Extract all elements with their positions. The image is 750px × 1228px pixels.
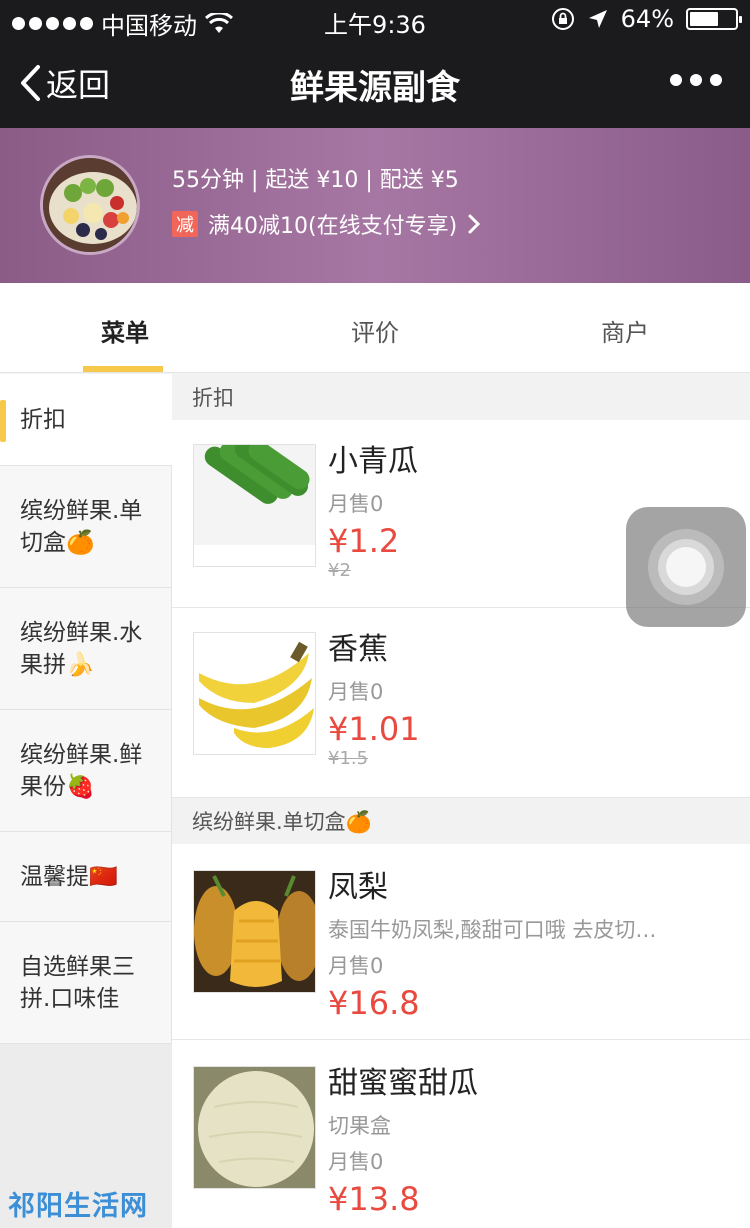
- item-info: 甜蜜蜜甜瓜 切果盒 月售0 ¥13.8: [328, 1064, 730, 1218]
- location-icon: [588, 10, 607, 28]
- sidebar-item-label: 缤纷鲜果.鲜果份🍓: [20, 741, 143, 800]
- tab-menu[interactable]: 菜单: [0, 283, 250, 372]
- item-name: 小青瓜: [328, 444, 418, 479]
- sidebar-item-cut-box[interactable]: 缤纷鲜果.单切盒🍊: [0, 466, 172, 588]
- screen: 中国移动 上午9:36 64% 返回 鲜果源副食 55分钟 | 起送 ¥10 |…: [0, 0, 750, 1228]
- sidebar-item-fruit-platter[interactable]: 缤纷鲜果.水果拼🍌: [0, 588, 172, 710]
- cucumber-image: [193, 444, 316, 567]
- nav-bar: 返回 鲜果源副食: [0, 40, 750, 128]
- section-title: 折扣: [172, 374, 750, 420]
- banana-image-art: [194, 633, 315, 754]
- page-title: 鲜果源副食: [290, 68, 460, 108]
- tab-active-indicator: [83, 366, 163, 372]
- more-button[interactable]: [670, 74, 722, 86]
- promo-text: 满40减10(在线支付专享): [208, 214, 458, 239]
- sidebar-item-trio[interactable]: 自选鲜果三拼.口味佳: [0, 922, 172, 1044]
- sidebar-item-label: 缤纷鲜果.单切盒🍊: [20, 497, 143, 556]
- fruit-plate-image: [43, 158, 137, 252]
- item-sales: 月售0: [328, 1150, 384, 1174]
- battery-icon: [686, 8, 742, 30]
- rotation-lock-icon: [551, 8, 574, 30]
- sidebar-item-label: 折扣: [20, 406, 66, 433]
- category-sidebar: 折扣 缤纷鲜果.单切盒🍊 缤纷鲜果.水果拼🍌 缤纷鲜果.鲜果份🍓 温馨提🇨🇳 自…: [0, 374, 172, 1228]
- battery-fill: [690, 12, 719, 26]
- item-price: ¥13.8: [328, 1180, 420, 1218]
- tab-reviews[interactable]: 评价: [250, 283, 500, 372]
- item-name: 香蕉: [328, 632, 388, 667]
- item-info: 凤梨 泰国牛奶凤梨,酸甜可口哦 去皮切… 月售0 ¥16.8: [328, 868, 730, 1022]
- item-name: 甜蜜蜜甜瓜: [328, 1066, 478, 1101]
- item-desc: 切果盒: [328, 1114, 391, 1138]
- pineapple-image: [193, 870, 316, 993]
- list-item[interactable]: 甜蜜蜜甜瓜 切果盒 月售0 ¥13.8: [172, 1040, 750, 1228]
- list-item[interactable]: 凤梨 泰国牛奶凤梨,酸甜可口哦 去皮切… 月售0 ¥16.8: [172, 844, 750, 1040]
- cucumber-image-art: [194, 445, 315, 566]
- section-title: 缤纷鲜果.单切盒🍊: [172, 798, 750, 844]
- melon-image-art: [194, 1067, 315, 1188]
- item-name: 凤梨: [328, 870, 388, 905]
- sidebar-item-discount[interactable]: 折扣: [0, 374, 172, 466]
- shop-header: 55分钟 | 起送 ¥10 | 配送 ¥5 减 满40减10(在线支付专享): [0, 128, 750, 283]
- tab-bar: 菜单 评价 商户: [0, 283, 750, 373]
- item-sales: 月售0: [328, 954, 384, 978]
- item-price: ¥16.8: [328, 984, 420, 1022]
- sidebar-item-label: 温馨提🇨🇳: [20, 863, 118, 890]
- item-sales: 月售0: [328, 680, 384, 704]
- pineapple-image-art: [194, 871, 315, 992]
- promo-row[interactable]: 减 满40减10(在线支付专享): [172, 208, 481, 240]
- item-desc: 泰国牛奶凤梨,酸甜可口哦 去皮切…: [328, 918, 657, 942]
- list-item[interactable]: 香蕉 月售0 ¥1.01 ¥1.5: [172, 608, 750, 798]
- sidebar-item-label: 缤纷鲜果.水果拼🍌: [20, 619, 143, 678]
- tab-reviews-label: 评价: [351, 319, 399, 347]
- tab-merchant[interactable]: 商户: [500, 283, 750, 372]
- item-price: ¥1.01: [328, 710, 420, 748]
- sidebar-item-fresh-portion[interactable]: 缤纷鲜果.鲜果份🍓: [0, 710, 172, 832]
- shop-meta: 55分钟 | 起送 ¥10 | 配送 ¥5: [172, 168, 459, 193]
- item-info: 香蕉 月售0 ¥1.01 ¥1.5: [328, 630, 730, 769]
- sidebar-item-notice[interactable]: 温馨提🇨🇳: [0, 832, 172, 922]
- melon-image: [193, 1066, 316, 1189]
- assistive-touch-button[interactable]: [626, 507, 746, 627]
- item-old-price: ¥1.5: [328, 748, 369, 769]
- sidebar-item-label: 自选鲜果三拼.口味佳: [20, 953, 135, 1012]
- promo-badge: 减: [172, 211, 198, 237]
- banana-image: [193, 632, 316, 755]
- watermark-logo: 祁阳生活网: [8, 1191, 148, 1222]
- battery-percent: 64%: [620, 5, 674, 33]
- tab-merchant-label: 商户: [601, 319, 649, 347]
- status-right: 64%: [551, 5, 742, 33]
- menu-list: 折扣 小青瓜 月售0 ¥1.2 ¥2 香蕉 月售0 ¥1.01 ¥1.5 缤纷鲜…: [172, 374, 750, 1228]
- chevron-right-icon: [468, 214, 481, 234]
- status-bar: 中国移动 上午9:36 64%: [0, 0, 750, 40]
- shop-info: 55分钟 | 起送 ¥10 | 配送 ¥5 减 满40减10(在线支付专享): [172, 162, 481, 240]
- tab-menu-label: 菜单: [101, 319, 149, 347]
- shop-logo: [40, 155, 140, 255]
